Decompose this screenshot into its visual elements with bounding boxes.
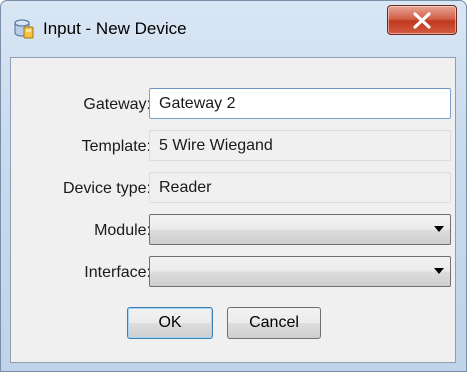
module-dropdown[interactable] (149, 214, 451, 245)
interface-row: Interface: (11, 256, 457, 289)
gateway-field[interactable]: Gateway 2 (149, 88, 451, 119)
template-label: Template: (81, 138, 151, 155)
title-bar[interactable]: Input - New Device (1, 1, 466, 57)
dialog-window: Input - New Device Gateway: Gateway 2 Te… (0, 0, 467, 372)
cancel-button[interactable]: Cancel (227, 307, 321, 339)
close-button[interactable] (387, 5, 457, 35)
device-type-row: Device type: Reader (11, 172, 457, 205)
template-row: Template: 5 Wire Wiegand (11, 130, 457, 163)
gateway-row: Gateway: Gateway 2 (11, 88, 457, 121)
module-row: Module: (11, 214, 457, 247)
chevron-down-icon (434, 226, 444, 232)
template-field: 5 Wire Wiegand (149, 130, 451, 161)
database-device-icon (13, 18, 35, 40)
device-type-label: Device type: (62, 180, 151, 197)
close-icon (413, 12, 431, 29)
ok-button[interactable]: OK (127, 307, 213, 339)
interface-dropdown[interactable] (149, 256, 451, 287)
interface-label: Interface: (84, 264, 151, 281)
gateway-label: Gateway: (83, 96, 151, 113)
dialog-body: Gateway: Gateway 2 Template: 5 Wire Wieg… (10, 57, 456, 363)
chevron-down-icon (434, 268, 444, 274)
button-row: OK Cancel (11, 307, 457, 340)
module-label: Module: (94, 222, 151, 239)
device-type-field: Reader (149, 172, 451, 203)
window-title: Input - New Device (43, 19, 187, 38)
